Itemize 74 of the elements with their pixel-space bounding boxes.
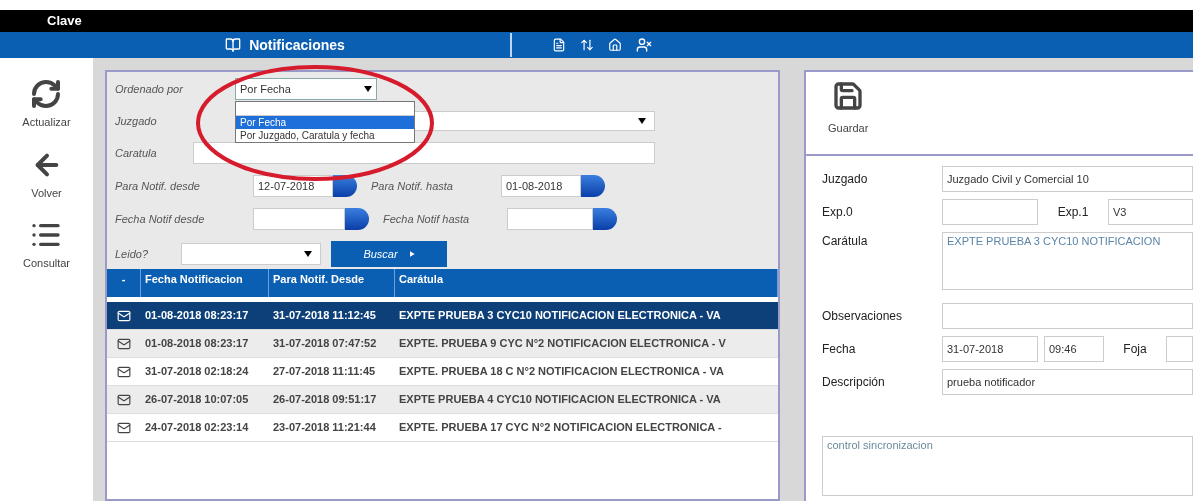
save-icon — [832, 80, 865, 112]
field-label: Descripción — [822, 374, 886, 391]
dropdown-option[interactable]: Por Fecha — [236, 116, 414, 129]
table-row[interactable]: 26-07-2018 10:07:05 26-07-2018 09:51:17 EXPTE PRUEBA 4 CYC10 NOTIFICACION ELECTRONICA - VA — [107, 386, 778, 414]
input-field[interactable] — [253, 208, 345, 230]
table-cell-text: 27-07-2018 11:11:45 — [272, 364, 377, 380]
notes-textarea[interactable]: control sincronizacion — [822, 436, 1193, 496]
table-cell-text: 26-07-2018 10:07:05 — [144, 392, 250, 408]
field-label: Fecha — [822, 341, 857, 358]
home-icon[interactable] — [608, 38, 622, 52]
table-cell-text: 31-07-2018 02:18:24 — [144, 364, 250, 380]
sidebar-button[interactable]: Consultar — [22, 219, 71, 272]
field-label: Para Notif. desde — [115, 178, 201, 194]
table-cell-text: EXPTE PRUEBA 4 CYC10 NOTIFICACION ELECTRONICA - VA — [398, 392, 722, 408]
input-field[interactable] — [507, 208, 593, 230]
table-cell-text: EXPTE PRUEBA 3 CYC10 NOTIFICACION ELECTRONICA - VA — [398, 308, 722, 324]
sidebar-button[interactable]: Volver — [30, 148, 63, 201]
input-field[interactable] — [193, 142, 655, 164]
search-button[interactable]: Buscar — [331, 241, 447, 267]
table-cell-text: 23-07-2018 11:21:44 — [272, 420, 377, 436]
table-cell-text: 24-07-2018 02:23:14 — [144, 420, 250, 436]
document-icon[interactable] — [552, 38, 566, 52]
calendar-button[interactable] — [593, 208, 617, 230]
notification-icon — [225, 37, 242, 53]
user-x-icon[interactable] — [636, 37, 652, 53]
field-label: Juzgado — [822, 171, 869, 188]
mail-icon — [117, 364, 131, 379]
field-label: Ordenado por — [115, 81, 184, 97]
input-field[interactable]: V3 — [1108, 199, 1193, 225]
field-label: Exp.0 — [822, 204, 854, 221]
field-label: Observaciones — [822, 308, 904, 325]
field-label: Fecha Notif desde — [115, 211, 206, 227]
input-field[interactable]: 09:46 — [1044, 336, 1104, 362]
input-field[interactable]: 31-07-2018 — [942, 336, 1038, 362]
mail-icon — [117, 308, 131, 323]
calendar-button[interactable] — [581, 175, 605, 197]
field-label: Leido? — [115, 246, 150, 262]
app-title: Clave — [47, 12, 82, 31]
field-label: Foja — [1122, 341, 1148, 358]
field-label: Exp.1 — [1056, 204, 1090, 221]
page-title: Notificaciones — [249, 35, 345, 55]
sort-icon[interactable] — [580, 38, 594, 52]
field-label: Para Notif. hasta — [371, 178, 454, 194]
table-row[interactable]: 01-08-2018 08:23:17 31-07-2018 07:47:52 EXPTE. PRUEBA 9 CYC N°2 NOTIFICACION ELECTRONICA - V — [107, 330, 778, 358]
table-cell-text: 26-07-2018 09:51:17 — [272, 392, 378, 408]
mail-icon — [117, 336, 131, 351]
play-icon — [409, 251, 415, 257]
table-cell-text: 01-08-2018 08:23:17 — [144, 308, 250, 324]
dropdown-option[interactable]: Por Juzgado, Caratula y fecha — [236, 129, 414, 142]
field-label: Fecha Notif hasta — [383, 211, 471, 227]
sidebar-button[interactable]: Actualizar — [22, 78, 71, 131]
table-row[interactable]: 01-08-2018 08:23:17 31-07-2018 11:12:45 EXPTE PRUEBA 3 CYC10 NOTIFICACION ELECTRONICA - VA — [107, 302, 778, 330]
table-cell-text: 31-07-2018 07:47:52 — [272, 336, 378, 352]
field-label: Juzgado — [115, 113, 158, 129]
table-cell-text: 01-08-2018 08:23:17 — [144, 336, 250, 352]
save-button[interactable]: Guardar — [828, 80, 869, 137]
order-select[interactable]: Por Fecha — [235, 78, 377, 100]
caratula-textarea[interactable]: EXPTE PRUEBA 3 CYC10 NOTIFICACION — [942, 232, 1193, 290]
table-cell-text: EXPTE. PRUEBA 18 C N°2 NOTIFICACION ELECTRONICA - VA — [398, 364, 725, 380]
mail-icon — [117, 392, 131, 407]
mail-icon — [117, 420, 131, 435]
input-field[interactable] — [1166, 336, 1193, 362]
input-field[interactable]: Juzgado Civil y Comercial 10 — [942, 166, 1193, 192]
input-field[interactable]: prueba notificador — [942, 369, 1193, 395]
refresh-icon — [30, 78, 63, 110]
field-label: Carátula — [822, 233, 869, 250]
calendar-button[interactable] — [345, 208, 369, 230]
input-field[interactable] — [942, 199, 1038, 225]
input-field[interactable] — [942, 303, 1193, 329]
table-cell-text: EXPTE. PRUEBA 9 CYC N°2 NOTIFICACION ELECTRONICA - V — [398, 336, 727, 352]
table-cell-text: 31-07-2018 11:12:45 — [272, 308, 377, 324]
table-cell-text: EXPTE. PRUEBA 17 CYC N°2 NOTIFICACION ELECTRONICA - — [398, 420, 723, 436]
field-label: Caratula — [115, 145, 158, 161]
input-field[interactable]: 01-08-2018 — [501, 175, 581, 197]
